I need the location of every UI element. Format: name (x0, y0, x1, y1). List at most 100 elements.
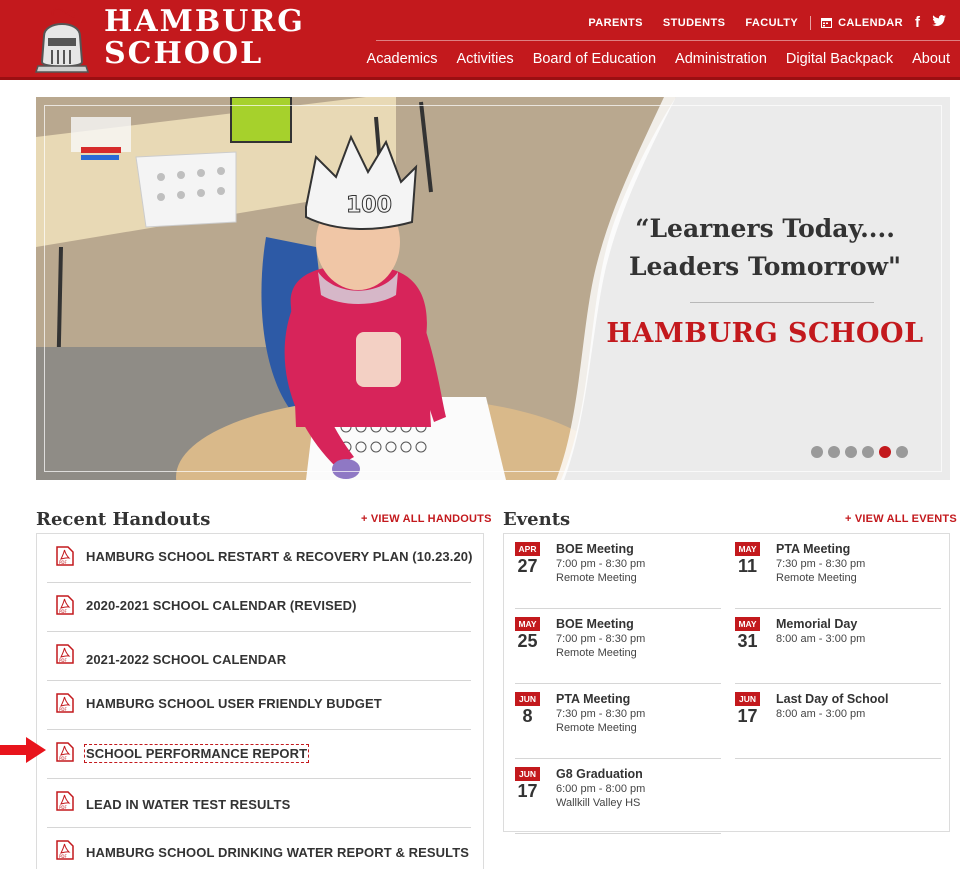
event-title[interactable]: Last Day of School (776, 692, 889, 706)
pdf-icon: PDF (56, 791, 74, 811)
slogan-divider (690, 302, 874, 303)
list-item[interactable]: PDF 2020-2021 SCHOOL CALENDAR (REVISED) (47, 583, 471, 632)
handout-link[interactable]: HAMBURG SCHOOL DRINKING WATER REPORT & R… (86, 845, 469, 860)
handout-link-focused[interactable]: SCHOOL PERFORMANCE REPORT (83, 744, 310, 763)
svg-text:PDF: PDF (59, 805, 67, 810)
slider-dots (811, 446, 908, 458)
event-item[interactable]: MAY 31 Memorial Day 8:00 am - 3:00 pm (735, 609, 941, 684)
slide-dot-6[interactable] (896, 446, 908, 458)
handout-link[interactable]: HAMBURG SCHOOL USER FRIENDLY BUDGET (86, 696, 382, 711)
twitter-icon[interactable] (932, 14, 946, 31)
event-time: 7:00 pm - 8:30 pm (556, 558, 646, 570)
handout-link[interactable]: HAMBURG SCHOOL RESTART & RECOVERY PLAN (… (86, 549, 473, 564)
header-divider (376, 40, 960, 41)
event-item[interactable]: JUN 17 Last Day of School 8:00 am - 3:00… (735, 684, 941, 759)
event-title[interactable]: BOE Meeting (556, 542, 634, 556)
svg-text:PDF: PDF (59, 756, 67, 761)
pdf-icon: PDF (56, 644, 74, 664)
event-time: 8:00 am - 3:00 pm (776, 708, 866, 720)
view-all-events-link[interactable]: + VIEW ALL EVENTS (845, 513, 957, 525)
site-header: HAMBURG SCHOOL PARENTS STUDENTS FACULTY … (0, 0, 960, 80)
event-day: 8 (522, 706, 533, 726)
logo-line-1: HAMBURG (104, 4, 305, 39)
calendar-label: CALENDAR (838, 16, 903, 29)
event-month: APR (515, 542, 540, 556)
nav-activities[interactable]: Activities (456, 51, 513, 67)
event-month: MAY (735, 617, 760, 631)
svg-text:PDF: PDF (59, 560, 67, 565)
event-day: 27 (517, 556, 538, 576)
svg-text:100: 100 (346, 193, 392, 218)
nav-faculty[interactable]: FACULTY (745, 17, 798, 29)
event-month: JUN (515, 767, 540, 781)
event-location: Remote Meeting (556, 722, 637, 734)
svg-text:PDF: PDF (59, 707, 67, 712)
nav-academics[interactable]: Academics (367, 51, 438, 67)
event-item[interactable]: MAY 11 PTA Meeting 7:30 pm - 8:30 pm Rem… (735, 534, 941, 609)
svg-text:PDF: PDF (59, 609, 67, 614)
slogan-line-2: Leaders Tomorrow" (628, 252, 902, 281)
event-item[interactable]: APR 27 BOE Meeting 7:00 pm - 8:30 pm Rem… (515, 534, 721, 609)
slide-dot-4[interactable] (862, 446, 874, 458)
event-time: 7:00 pm - 8:30 pm (556, 633, 646, 645)
event-time: 7:30 pm - 8:30 pm (556, 708, 646, 720)
svg-text:PDF: PDF (59, 658, 67, 663)
event-title[interactable]: BOE Meeting (556, 617, 634, 631)
events-list: APR 27 BOE Meeting 7:00 pm - 8:30 pm Rem… (503, 533, 950, 834)
event-day: 17 (517, 781, 538, 801)
pdf-icon: PDF (56, 546, 74, 566)
pdf-icon: PDF (56, 693, 74, 713)
list-item[interactable]: PDF HAMBURG SCHOOL RESTART & RECOVERY PL… (47, 534, 473, 583)
list-item[interactable]: PDF LEAD IN WATER TEST RESULTS (47, 779, 471, 828)
nav-board-of-education[interactable]: Board of Education (533, 51, 656, 67)
event-day: 31 (737, 631, 758, 651)
event-month: MAY (515, 617, 540, 631)
hero-slider: 100 (36, 97, 950, 480)
event-title[interactable]: G8 Graduation (556, 767, 643, 781)
event-time: 6:00 pm - 8:00 pm (556, 783, 646, 795)
list-item[interactable]: PDF 2021-2022 SCHOOL CALENDAR (47, 632, 471, 681)
slide-dot-1[interactable] (811, 446, 823, 458)
event-day: 11 (737, 556, 758, 576)
nav-administration[interactable]: Administration (675, 51, 767, 67)
event-item[interactable]: JUN 8 PTA Meeting 7:30 pm - 8:30 pm Remo… (515, 684, 721, 759)
event-item[interactable]: MAY 25 BOE Meeting 7:00 pm - 8:30 pm Rem… (515, 609, 721, 684)
facebook-icon[interactable]: f (915, 14, 920, 31)
handout-link[interactable]: 2020-2021 SCHOOL CALENDAR (REVISED) (86, 598, 357, 613)
event-title[interactable]: Memorial Day (776, 617, 857, 631)
slide-dot-5[interactable] (879, 446, 891, 458)
list-item[interactable]: PDF SCHOOL PERFORMANCE REPORT (47, 730, 471, 779)
pdf-icon: PDF (56, 840, 74, 860)
event-item[interactable]: JUN 17 G8 Graduation 6:00 pm - 8:00 pm W… (515, 759, 721, 834)
event-time: 8:00 am - 3:00 pm (776, 633, 866, 645)
event-month: JUN (735, 692, 760, 706)
event-title[interactable]: PTA Meeting (776, 542, 850, 556)
hero-school-name: HAMBURG SCHOOL (606, 318, 924, 349)
nav-parents[interactable]: PARENTS (588, 17, 643, 29)
red-arrow-icon (0, 737, 46, 763)
events-title: Events (503, 509, 571, 530)
list-item[interactable]: PDF HAMBURG SCHOOL DRINKING WATER REPORT… (47, 828, 471, 869)
pdf-icon: PDF (56, 742, 74, 762)
slogan-line-1: “Learners Today.... (635, 214, 895, 243)
event-location: Remote Meeting (556, 647, 637, 659)
divider (810, 15, 812, 30)
event-title[interactable]: PTA Meeting (556, 692, 630, 706)
handout-link[interactable]: 2021-2022 SCHOOL CALENDAR (86, 652, 286, 667)
main-nav: Academics Activities Board of Education … (348, 51, 950, 67)
view-all-handouts-link[interactable]: + VIEW ALL HANDOUTS (361, 513, 492, 525)
event-time: 7:30 pm - 8:30 pm (776, 558, 866, 570)
nav-calendar[interactable]: CALENDAR (821, 17, 903, 29)
nav-digital-backpack[interactable]: Digital Backpack (786, 51, 893, 67)
nav-about[interactable]: About (912, 51, 950, 67)
handout-link[interactable]: LEAD IN WATER TEST RESULTS (86, 797, 290, 812)
event-month: JUN (515, 692, 540, 706)
slide-dot-3[interactable] (845, 446, 857, 458)
slide-dot-2[interactable] (828, 446, 840, 458)
site-logo[interactable]: HAMBURG SCHOOL (104, 6, 305, 70)
list-item[interactable]: PDF HAMBURG SCHOOL USER FRIENDLY BUDGET (47, 681, 471, 730)
knight-helmet-logo-icon[interactable] (30, 6, 94, 74)
hero-slogan: “Learners Today.... Leaders Tomorrow" (600, 210, 930, 286)
nav-students[interactable]: STUDENTS (663, 17, 725, 29)
event-location: Remote Meeting (776, 572, 857, 584)
